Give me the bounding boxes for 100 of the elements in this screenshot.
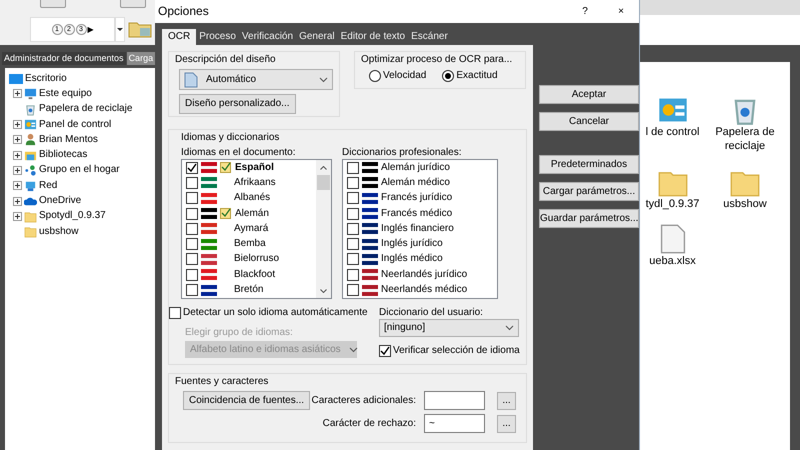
- checkbox[interactable]: [347, 253, 359, 266]
- radio-option[interactable]: Velocidad: [369, 70, 426, 82]
- list-item[interactable]: Albanés: [234, 192, 270, 204]
- list-item[interactable]: Inglés financiero: [381, 222, 454, 235]
- tree-item[interactable]: Grupo en el hogar: [39, 164, 120, 176]
- expand-icon[interactable]: [13, 212, 22, 221]
- dropdown-button[interactable]: [115, 17, 125, 42]
- file-label[interactable]: tydl_0.9.37: [646, 198, 700, 212]
- checkbox[interactable]: [347, 222, 359, 235]
- tree-item[interactable]: Escritorio: [25, 72, 67, 85]
- tab[interactable]: Administrador de documentos: [2, 52, 126, 65]
- tab[interactable]: OCR: [162, 29, 196, 45]
- list-item[interactable]: Bemba: [234, 238, 266, 250]
- checkbox-option[interactable]: Verificar selección de idioma: [379, 345, 520, 357]
- checkbox[interactable]: [347, 162, 359, 174]
- list-item[interactable]: Alemán médico: [381, 176, 450, 189]
- chevron-icon: [505, 325, 514, 331]
- checkbox[interactable]: [186, 238, 198, 250]
- desktop-icon: [9, 72, 23, 85]
- file-label[interactable]: Papelera de reciclaje: [710, 126, 780, 154]
- button[interactable]: Aceptar: [539, 85, 639, 104]
- file-label[interactable]: l de control: [646, 126, 700, 140]
- browse-button[interactable]: ...: [497, 392, 516, 410]
- checkbox[interactable]: [186, 268, 198, 281]
- scroll-thumb[interactable]: [317, 175, 330, 190]
- expand-icon[interactable]: [13, 196, 22, 206]
- file-label[interactable]: usbshow: [723, 198, 767, 212]
- input-field[interactable]: [424, 391, 485, 410]
- checkbox[interactable]: [186, 253, 198, 266]
- checkbox-option[interactable]: Detectar un solo idioma automáticamente: [169, 307, 368, 319]
- expand-icon[interactable]: [13, 120, 22, 130]
- list-item[interactable]: Blackfoot: [234, 268, 276, 281]
- tab[interactable]: Proceso: [196, 29, 239, 45]
- list-item[interactable]: Francés jurídico: [381, 192, 452, 204]
- checkbox[interactable]: [347, 192, 359, 204]
- help-button[interactable]: ?: [567, 6, 603, 18]
- control-panel-icon: [24, 118, 37, 132]
- checkbox[interactable]: [186, 162, 198, 174]
- checkbox[interactable]: [347, 238, 359, 250]
- tree-item[interactable]: Panel de control: [39, 118, 112, 131]
- checkbox[interactable]: [347, 284, 359, 296]
- expand-icon[interactable]: [13, 150, 22, 160]
- scrollbar[interactable]: [316, 160, 331, 298]
- list-item[interactable]: Bielorruso: [234, 253, 280, 266]
- tree-item[interactable]: Red: [39, 180, 58, 192]
- checkbox[interactable]: [347, 208, 359, 220]
- list-item[interactable]: Español: [235, 162, 274, 174]
- checkbox[interactable]: [186, 176, 198, 189]
- checkbox[interactable]: [186, 284, 198, 296]
- list-item[interactable]: Alemán jurídico: [381, 162, 450, 174]
- tree-item[interactable]: Papelera de reciclaje: [39, 103, 132, 116]
- button[interactable]: Diseño personalizado...: [179, 94, 296, 114]
- expand-icon[interactable]: [13, 181, 22, 190]
- select-field[interactable]: Automático: [179, 69, 333, 90]
- network-icon: [24, 179, 37, 192]
- tab[interactable]: Editor de texto: [338, 29, 408, 45]
- list-item[interactable]: Neerlandés jurídico: [381, 268, 468, 281]
- radio-option[interactable]: Exactitud: [442, 70, 498, 82]
- tree-item[interactable]: OneDrive: [39, 195, 82, 208]
- checkbox[interactable]: [186, 208, 198, 220]
- checkbox[interactable]: [347, 268, 359, 281]
- checkbox[interactable]: [169, 307, 181, 319]
- list-item[interactable]: Francés médico: [381, 208, 452, 220]
- flag-icon: [201, 238, 217, 250]
- select-field[interactable]: [ninguno]: [379, 319, 519, 337]
- input-field[interactable]: ~: [424, 414, 485, 433]
- check-icon: [187, 162, 197, 173]
- trash-bin-icon: [24, 102, 37, 116]
- tree-item[interactable]: Spotydl_0.9.37: [39, 210, 106, 222]
- list-item[interactable]: Inglés médico: [381, 253, 443, 266]
- tab[interactable]: Verificación: [238, 29, 296, 45]
- list-item[interactable]: Bretón: [234, 284, 264, 296]
- checkbox[interactable]: [186, 222, 198, 235]
- button[interactable]: Cargar parámetros...: [539, 182, 639, 201]
- expand-icon[interactable]: [13, 135, 22, 144]
- tree-item[interactable]: Este equipo: [39, 88, 92, 100]
- button[interactable]: Predeterminados: [539, 155, 639, 174]
- checkbox[interactable]: [186, 192, 198, 204]
- expand-icon[interactable]: [13, 166, 22, 175]
- close-button[interactable]: ×: [603, 6, 639, 18]
- expand-icon[interactable]: [13, 89, 22, 98]
- flag-icon: [362, 208, 378, 220]
- tree-item[interactable]: usbshow: [39, 226, 78, 238]
- button[interactable]: Guardar parámetros...: [539, 209, 639, 228]
- tab[interactable]: General: [296, 29, 338, 45]
- list-item[interactable]: Afrikaans: [234, 176, 276, 189]
- checkbox[interactable]: [379, 345, 391, 357]
- browse-button[interactable]: ...: [497, 414, 516, 432]
- button[interactable]: Coincidencia de fuentes...: [183, 391, 310, 410]
- list-item[interactable]: Neerlandés médico: [381, 284, 468, 296]
- checkbox[interactable]: [347, 176, 359, 189]
- file-label[interactable]: ueba.xlsx: [649, 255, 696, 269]
- button[interactable]: Cancelar: [539, 112, 639, 131]
- list-item[interactable]: Alemán: [235, 208, 269, 220]
- list-item[interactable]: Inglés jurídico: [381, 238, 443, 250]
- field-label: Carácter de rechazo:: [322, 418, 416, 430]
- tree-item[interactable]: Bibliotecas: [39, 149, 88, 162]
- tree-item[interactable]: Brian Mentos: [39, 134, 98, 146]
- list-item[interactable]: Aymará: [234, 222, 268, 235]
- tab[interactable]: Escáner: [408, 29, 451, 45]
